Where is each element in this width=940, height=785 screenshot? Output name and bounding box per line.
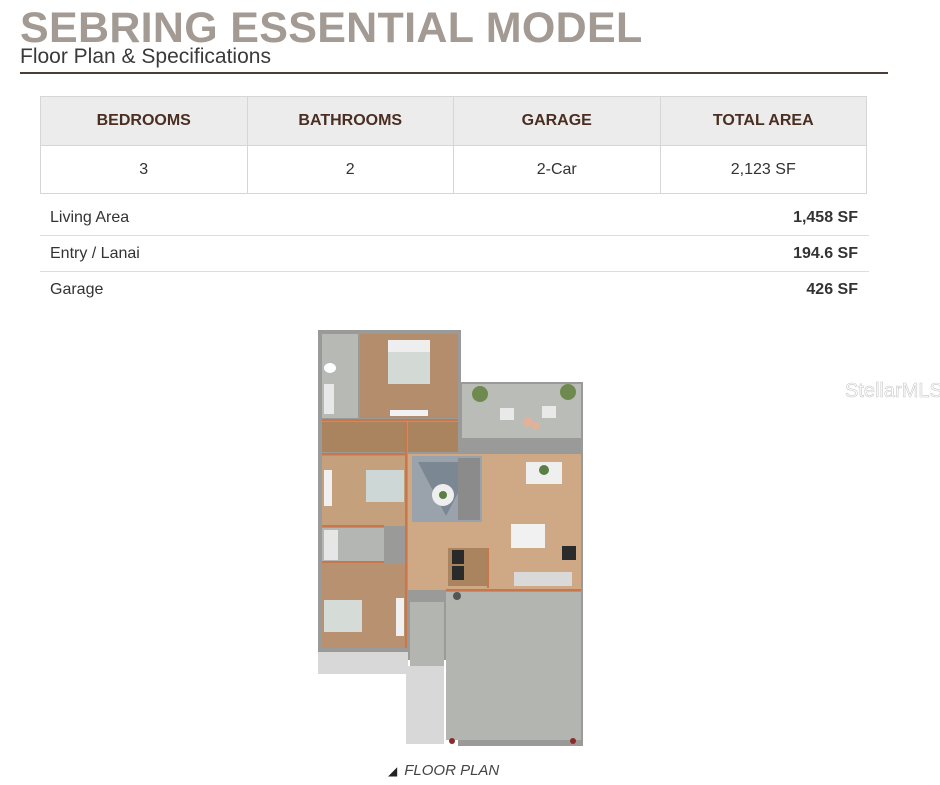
fridge [562,546,576,560]
plant-icon [472,386,488,402]
value-total-area: 2,123 SF [659,145,867,194]
area-label: Garage [50,281,104,298]
pillows [388,340,430,352]
header-garage: GARAGE [453,96,661,146]
lanai-chair [500,408,514,420]
plant-icon [560,384,576,400]
lanai-chair [542,406,556,418]
area-label: Living Area [50,208,130,226]
light-icon [449,738,455,744]
garage [446,592,581,740]
dresser [390,410,428,416]
value-garage: 2-Car [453,145,661,194]
bed [324,600,362,632]
value-bathrooms: 2 [246,145,454,194]
kitchen-island [511,524,545,548]
tub [324,530,338,560]
area-row-living: Living Area 1,458 SF [40,200,869,236]
dresser [324,470,332,506]
area-value: 194.6 SF [793,244,858,262]
area-label: Entry / Lanai [50,244,140,262]
washer [452,550,464,564]
lanai-table [523,417,533,427]
floor-plan-image[interactable] [318,330,583,746]
dryer [452,566,464,580]
area-breakdown-list: Living Area 1,458 SF Entry / Lanai 194.6… [40,200,869,308]
sofa [458,458,480,520]
floor-plan-caption[interactable]: ◢ FLOOR PLAN [388,762,499,779]
kitchen-counter [514,572,572,586]
specs-header-row: BEDROOMS BATHROOMS GARAGE TOTAL AREA [40,96,867,146]
header-bathrooms: BATHROOMS [246,96,454,146]
toilet [324,363,336,373]
lanai-table [532,422,540,430]
area-row-entry-lanai: Entry / Lanai 194.6 SF [40,236,869,272]
hall-closet [408,422,458,452]
vanity [324,384,334,414]
water-heater [453,592,461,600]
plant-icon [439,491,447,499]
area-value: 426 SF [806,281,858,298]
area-row-garage: Garage 426 SF [40,272,869,308]
page-subtitle: Floor Plan & Specifications [20,45,271,68]
header-total-area: TOTAL AREA [659,96,867,146]
value-bedrooms: 3 [40,145,248,194]
front-walk [406,666,444,744]
closets [322,422,406,452]
entry [410,602,444,666]
specs-value-row: 3 2 2-Car 2,123 SF [40,145,867,194]
floor-plan-caption-label: FLOOR PLAN [404,762,500,779]
light-icon [570,738,576,744]
dresser [396,598,404,636]
bed [366,470,404,502]
header-bedrooms: BEDROOMS [40,96,248,146]
specs-table: BEDROOMS BATHROOMS GARAGE TOTAL AREA 3 2… [40,96,867,194]
walkway [318,652,408,674]
plant-icon [539,465,549,475]
triangle-icon: ◢ [388,763,398,778]
title-divider [20,72,888,74]
area-value: 1,458 SF [793,208,858,226]
watermark-text: StellarMLS [845,380,940,403]
